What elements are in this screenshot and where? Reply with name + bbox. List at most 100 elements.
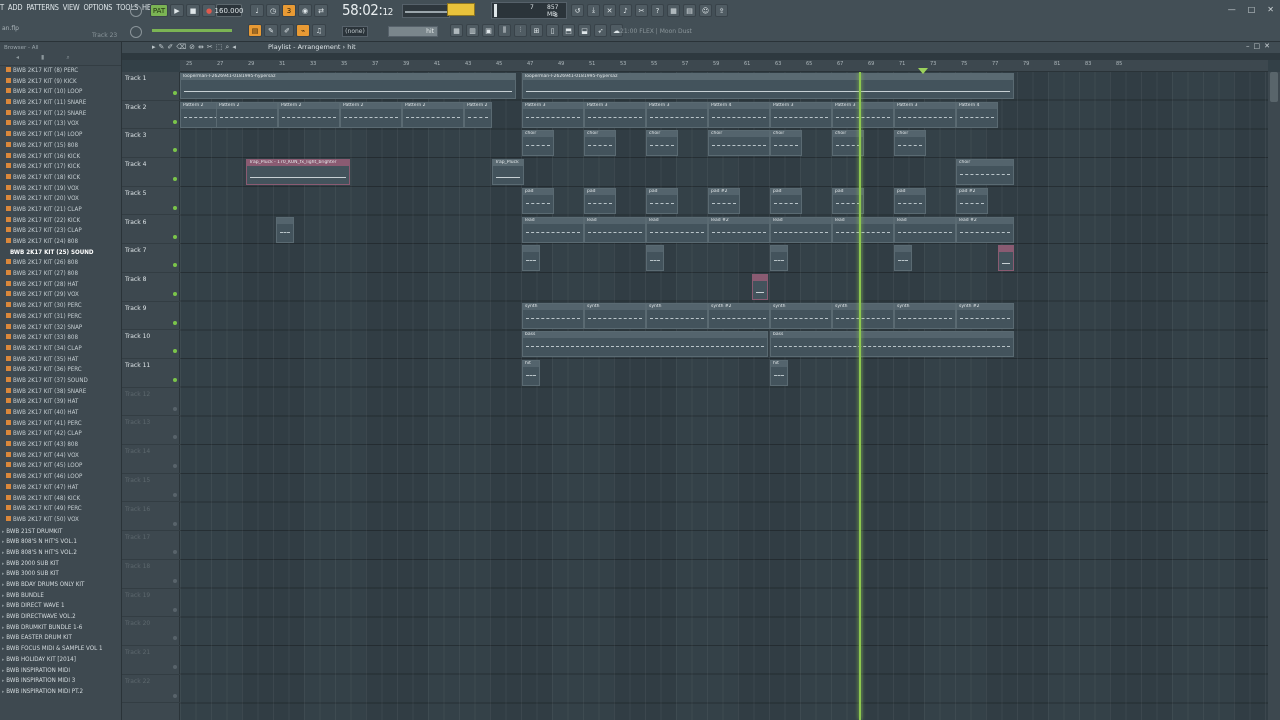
browser-item[interactable]: BWB 2K17 KIT (21) CLAP [0,205,121,216]
playlist-clip[interactable]: lead #2 [708,216,770,243]
track-header[interactable]: Track 18 [122,560,180,589]
playlist-clip[interactable]: synth [646,302,708,329]
browser-item[interactable]: BWB 2K17 KIT (33) 808 [0,333,121,344]
file-icon[interactable]: ▯ [546,24,559,37]
playlist-clip[interactable]: Pattern 3 [894,101,956,128]
browser-search-icon[interactable]: ⌕ [66,54,69,65]
track-led-icon[interactable] [173,148,177,153]
browser-folder[interactable]: BWB 2000 SUB KIT [0,558,121,569]
browser-item[interactable]: BWB 2K17 KIT (9) KICK [0,77,121,88]
browser-item[interactable]: BWB 2K17 KIT (25) SOUND [0,248,121,259]
playlist-clip[interactable]: lead [832,216,894,243]
playlist-clip[interactable]: Pattern 2 [464,101,492,128]
track-header[interactable]: Track 8 [122,273,180,302]
browser-item[interactable]: BWB 2K17 KIT (10) LOOP [0,87,121,98]
track-header[interactable]: Track 21 [122,646,180,675]
menu-view[interactable]: VIEW [63,3,80,17]
track-led-icon[interactable] [173,693,177,698]
maximize-icon[interactable]: □ [1248,5,1256,14]
playlist-clip[interactable] [752,273,768,300]
browser-item[interactable]: BWB 2K17 KIT (47) HAT [0,483,121,494]
paint-icon[interactable]: ✐ [280,24,294,37]
playlist-clip[interactable]: choir [646,130,678,157]
help-icon[interactable]: ? [651,4,664,17]
playlist-clip[interactable]: synth #2 [708,302,770,329]
track-led-icon[interactable] [173,406,177,411]
browser-item[interactable]: BWB 2K17 KIT (45) LOOP [0,461,121,472]
menu-file[interactable]: T [0,3,4,17]
menu-patterns[interactable]: PATTERNS [26,3,59,17]
snap-magnet-icon[interactable]: ⌁ [296,24,310,37]
track-led-icon[interactable] [173,263,177,268]
browser-item[interactable]: BWB 2K17 KIT (26) 808 [0,258,121,269]
timeline-ruler[interactable]: 25 27 29 31 33 35 37 39 41 43 45 47 49 51 53 55 57 59 61 63… [180,60,1268,72]
browser-folder[interactable]: BWB 21ST DRUMKIT [0,526,121,537]
browser-item[interactable]: BWB 2K17 KIT (16) KICK [0,152,121,163]
play-button[interactable]: ▶ [170,4,184,17]
pencil-icon[interactable]: ✎ [264,24,278,37]
browser-folder[interactable]: BWB DRUMKIT BUNDLE 1-6 [0,622,121,633]
slip-tool-icon[interactable]: ⇹ [198,43,204,52]
playlist-clip[interactable]: synth [894,302,956,329]
playlist-clip[interactable]: choir [894,130,926,157]
browser-item[interactable]: BWB 2K17 KIT (49) PERC [0,504,121,515]
mic-icon[interactable]: ♪ [619,4,632,17]
playlist-clip[interactable]: synth [522,302,584,329]
browser-item[interactable]: BWB 2K17 KIT (36) PERC [0,365,121,376]
playlist-clip[interactable] [522,245,540,272]
track-header[interactable]: Track 19 [122,589,180,618]
playlist-clip[interactable]: bass [770,331,1014,358]
browser-item[interactable]: BWB 2K17 KIT (40) HAT [0,408,121,419]
arrangement-grid[interactable]: looperman-l-2626941-0181995-hypersaz loop… [180,72,1268,720]
track-header[interactable]: Track 4 [122,158,180,187]
browser-item[interactable]: BWB 2K17 KIT (17) KICK [0,162,121,173]
browser-item[interactable]: BWB 2K17 KIT (44) VOX [0,451,121,462]
playlist-clip[interactable]: Trap_Pluck [492,159,524,186]
track-led-icon[interactable] [173,234,177,239]
track-led-icon[interactable] [173,349,177,354]
playlist-clip[interactable]: Pattern 3 [646,101,708,128]
track-led-icon[interactable] [173,521,177,526]
download-icon[interactable]: ⤓ [587,4,600,17]
playlist-clip[interactable]: looperman-l-2626941-0181995-hypersaz [522,73,1014,99]
close-icon[interactable]: ✕ [1267,5,1274,14]
browser-folder[interactable]: BWB INSPIRATION MIDI PT.2 [0,686,121,697]
track-header[interactable]: Track 22 [122,675,180,704]
playlist-clip[interactable]: Pattern 2 [340,101,402,128]
playlist-clip[interactable]: pad [894,187,926,214]
browser-folder[interactable]: BWB INSPIRATION MIDI [0,665,121,676]
news-ticker[interactable]: 21:00 FLEX | Moon Dust [620,28,692,35]
browser-folder[interactable]: BWB BUNDLE [0,590,121,601]
playlist-clip[interactable]: Pattern 2 [216,101,278,128]
scrollbar-thumb[interactable] [1270,72,1278,102]
browser-item[interactable]: BWB 2K17 KIT (35) HAT [0,355,121,366]
browser-item[interactable]: BWB 2K17 KIT (24) 808 [0,237,121,248]
playlist-clip[interactable] [894,245,912,272]
browser-item[interactable]: BWB 2K17 KIT (18) KICK [0,173,121,184]
browser-item[interactable]: BWB 2K17 KIT (22) KICK [0,216,121,227]
playlist-clip[interactable]: looperman-l-2626941-0181995-hypersaz [180,73,516,99]
browser-folder[interactable]: BWB INSPIRATION MIDI 3 [0,675,121,686]
step-edit-icon[interactable]: ◉ [298,4,312,17]
browser-item[interactable]: BWB 2K17 KIT (43) 808 [0,440,121,451]
track-led-icon[interactable] [173,636,177,641]
track-led-icon[interactable] [173,492,177,497]
pattern-selector[interactable]: hit [388,26,438,37]
browser-folder[interactable]: BWB EASTER DRUM KIT [0,632,121,643]
countdown-icon[interactable]: 3 [282,4,296,17]
browser-item[interactable]: BWB 2K17 KIT (31) PERC [0,312,121,323]
browser-file-icon[interactable]: ▮ [41,54,44,65]
track-led-icon[interactable] [173,464,177,469]
mixer-icon[interactable]: ✕ [603,4,616,17]
playlist-clip[interactable]: Pattern 4 [708,101,770,128]
playlist-clip[interactable] [770,245,788,272]
playlist-clip[interactable]: lead [646,216,708,243]
browser-folder[interactable]: BWB DIRECTWAVE VOL.2 [0,611,121,622]
playlist-clip[interactable]: pad [584,187,616,214]
track-led-icon[interactable] [173,320,177,325]
minimize-icon[interactable]: — [1228,5,1236,14]
blend-icon[interactable]: ⇄ [314,4,328,17]
wait-icon[interactable]: ◷ [266,4,280,17]
playlist-clip[interactable]: Pattern 2 [278,101,340,128]
playlist-clip[interactable]: Pattern 2 [402,101,464,128]
